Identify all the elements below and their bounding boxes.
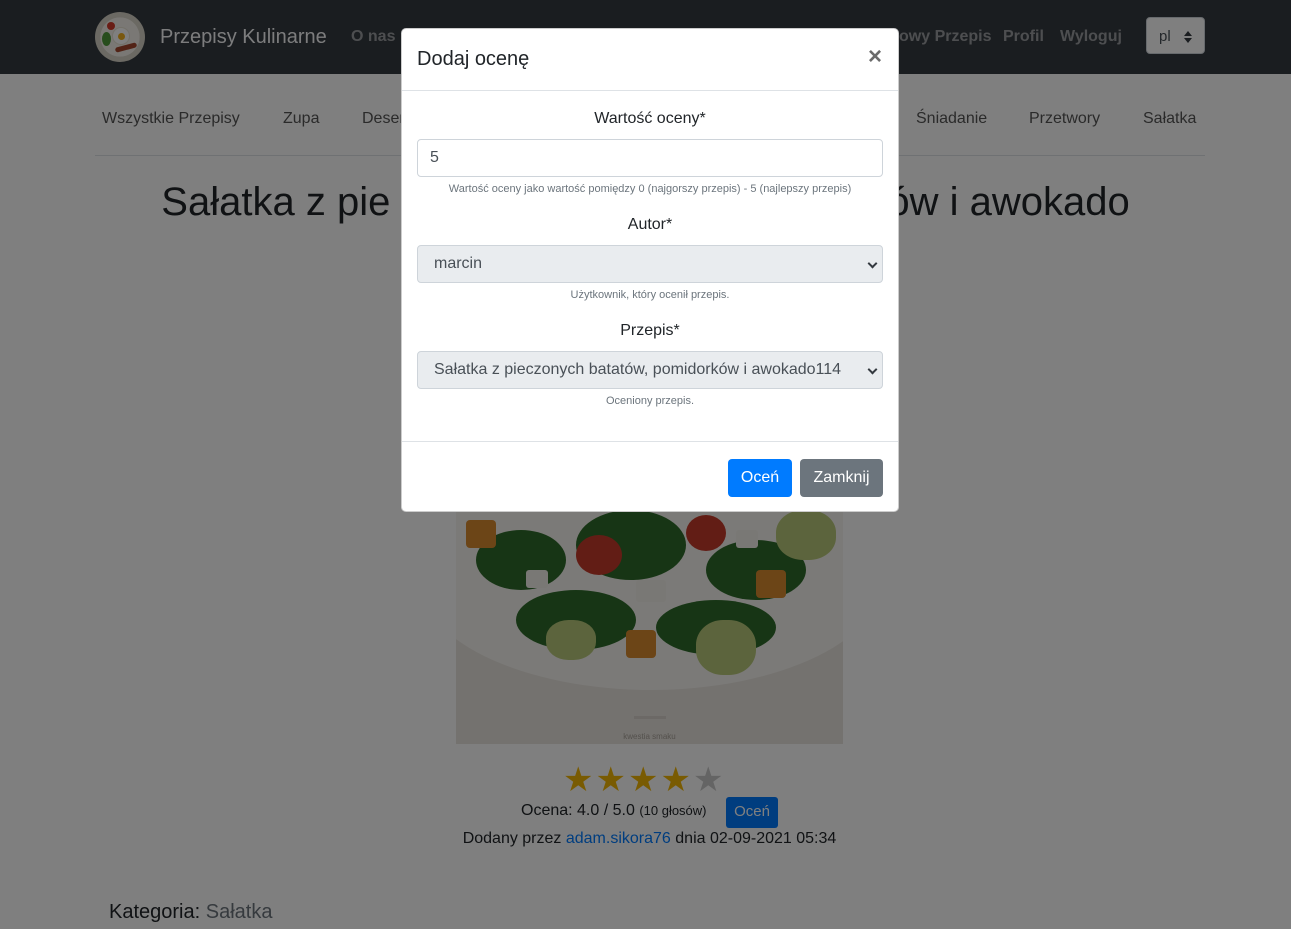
modal-header: Dodaj ocenę × — [402, 29, 898, 91]
rating-value-text: 5 — [430, 149, 439, 166]
recipe-label: Przepis* — [620, 322, 680, 339]
rating-value-help: Wartość oceny jako wartość pomiędzy 0 (n… — [448, 183, 852, 195]
recipe-select[interactable]: Sałatka z pieczonych batatów, pomidorków… — [417, 351, 883, 389]
chevron-down-icon — [867, 364, 878, 375]
recipe-select-value: Sałatka z pieczonych batatów, pomidorków… — [434, 361, 842, 378]
close-modal-button[interactable]: Zamknij — [800, 459, 883, 497]
rating-value-input[interactable]: 5 — [417, 139, 883, 177]
chevron-down-icon — [867, 258, 878, 269]
close-icon[interactable]: × — [868, 43, 882, 71]
add-rating-modal: Dodaj ocenę × Wartość oceny* 5 Wartość o… — [401, 28, 899, 512]
author-label: Autor* — [627, 216, 673, 233]
rating-value-label: Wartość oceny* — [594, 110, 706, 127]
submit-rating-button[interactable]: Oceń — [728, 459, 792, 497]
modal-footer: Oceń Zamknij — [402, 441, 898, 511]
recipe-help: Oceniony przepis. — [605, 395, 695, 407]
author-help: Użytkownik, który ocenił przepis. — [570, 289, 730, 301]
author-select[interactable]: marcin — [417, 245, 883, 283]
author-select-value: marcin — [434, 255, 483, 272]
modal-title: Dodaj ocenę — [417, 48, 530, 70]
